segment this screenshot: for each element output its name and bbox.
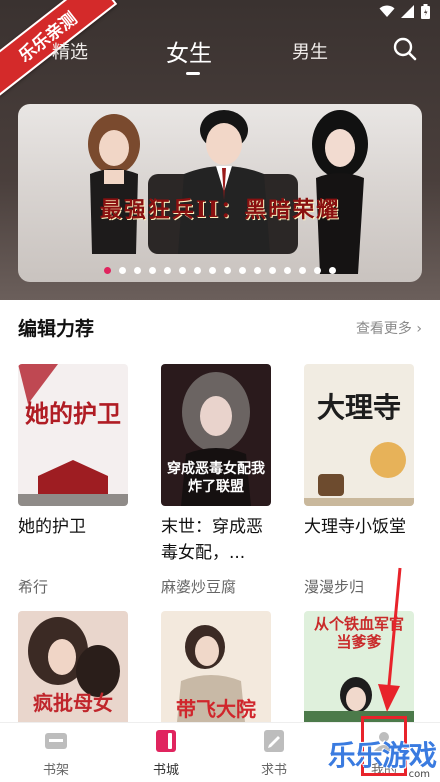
- book-title: 她的护卫: [18, 517, 86, 537]
- book-cover-title: 她的护卫: [25, 399, 121, 428]
- book-author: 希行: [18, 578, 49, 596]
- book-title: 大理寺小饭堂: [304, 517, 406, 537]
- banner-dot[interactable]: [194, 267, 201, 274]
- nav-label: 求书: [260, 763, 287, 778]
- signal-icon: [401, 5, 414, 18]
- annotation-arrow: [378, 567, 402, 712]
- editor-picks-header: 编辑力荐 查看更多 ›: [18, 314, 422, 342]
- banner-dot[interactable]: [239, 267, 246, 274]
- banner-dot[interactable]: [134, 267, 141, 274]
- book-card[interactable]: 穿成恶毒女配我炸了联盟 末世：穿成恶毒女配，... 麻婆炒豆腐: [161, 364, 271, 597]
- wifi-icon: [379, 5, 395, 17]
- tab-female[interactable]: 女生: [166, 34, 212, 68]
- banner-dot[interactable]: [254, 267, 261, 274]
- request-book-icon: [264, 730, 284, 752]
- view-more-link[interactable]: 查看更多 ›: [356, 318, 422, 338]
- nav-bookstore[interactable]: 书城: [136, 729, 196, 778]
- book-cover-title: 穿成恶毒女配我炸了联盟: [167, 461, 265, 495]
- book-cover: 大理寺: [304, 364, 414, 506]
- nav-bookshelf[interactable]: 书架: [26, 729, 86, 778]
- banner-dot[interactable]: [269, 267, 276, 274]
- nav-label: 书架: [42, 763, 69, 778]
- banner-pagination: [18, 267, 422, 274]
- book-cover: 带飞大院: [161, 611, 271, 722]
- banner-title: 最强狂兵II：黑暗荣耀: [99, 197, 341, 223]
- book-cover-title: 疯批母女: [33, 691, 113, 715]
- banner-dot[interactable]: [119, 267, 126, 274]
- book-cover-art: [18, 364, 128, 506]
- banner-dot[interactable]: [284, 267, 291, 274]
- bookstore-icon: [156, 730, 176, 752]
- battery-icon: [421, 4, 430, 19]
- book-card[interactable]: 她的护卫 她的护卫 希行: [18, 364, 128, 597]
- chevron-right-icon: ›: [416, 321, 422, 337]
- watermark-logo: 乐乐游戏: [327, 739, 437, 772]
- nav-request-book[interactable]: 求书: [244, 729, 304, 778]
- nav-label: 书城: [152, 763, 179, 778]
- banner-dot[interactable]: [224, 267, 231, 274]
- active-tab-indicator: [186, 72, 200, 75]
- search-icon[interactable]: [392, 36, 418, 62]
- book-cover: 她的护卫: [18, 364, 128, 506]
- view-more-label: 查看更多: [355, 321, 412, 337]
- banner-dot[interactable]: [164, 267, 171, 274]
- book-cover-title: 带飞大院: [176, 697, 256, 721]
- book-cover-title: 大理寺: [316, 391, 401, 424]
- banner-dot[interactable]: [149, 267, 156, 274]
- banner-dot[interactable]: [314, 267, 321, 274]
- banner-dot[interactable]: [104, 267, 111, 274]
- book-card[interactable]: 疯批母女: [18, 611, 128, 722]
- book-author: 麻婆炒豆腐: [161, 578, 237, 596]
- banner-dot[interactable]: [179, 267, 186, 274]
- book-cover: 疯批母女: [18, 611, 128, 722]
- bookshelf-icon: [45, 733, 67, 749]
- tab-featured[interactable]: 精选: [52, 38, 88, 64]
- tab-male[interactable]: 男生: [292, 38, 328, 64]
- banner-dot[interactable]: [299, 267, 306, 274]
- book-card[interactable]: 带飞大院: [161, 611, 271, 722]
- banner-dot[interactable]: [209, 267, 216, 274]
- watermark-url: com: [408, 769, 430, 780]
- book-cover: 穿成恶毒女配我炸了联盟: [161, 364, 271, 506]
- promo-banner[interactable]: 最强狂兵II：黑暗荣耀: [18, 104, 422, 282]
- book-title: 末世：穿成恶毒女配，...: [161, 517, 263, 563]
- book-card[interactable]: 大理寺 大理寺小饭堂 漫漫步归: [304, 364, 414, 597]
- banner-dot[interactable]: [329, 267, 336, 274]
- top-navigation: 精选 女生 男生: [0, 30, 440, 75]
